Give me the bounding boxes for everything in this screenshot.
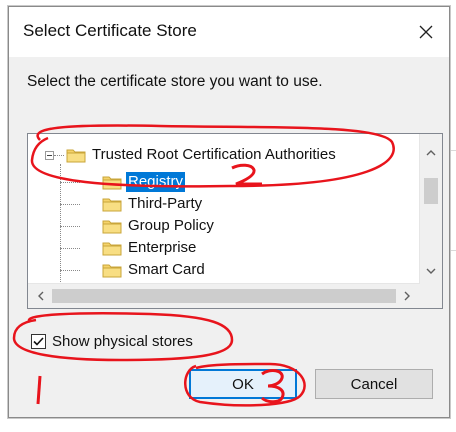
certificate-store-tree[interactable]: Trusted Root Certification Authorities R… <box>27 133 443 309</box>
show-physical-stores-checkbox[interactable] <box>31 334 46 349</box>
close-icon <box>419 25 433 39</box>
folder-icon <box>102 264 122 278</box>
tree-items: Trusted Root Certification Authorities R… <box>28 134 420 284</box>
vertical-scrollbar[interactable] <box>419 134 442 284</box>
folder-icon <box>102 220 122 234</box>
tree-node-smart-card[interactable]: Smart Card <box>102 259 207 281</box>
show-physical-stores-label: Show physical stores <box>52 333 193 350</box>
tree-node-label: Registry <box>124 171 187 193</box>
tree-connector <box>60 248 80 249</box>
scrollbar-corner <box>420 284 442 308</box>
tree-node-label: Smart Card <box>128 261 205 278</box>
tree-connector <box>60 270 80 271</box>
tree-node-label: Group Policy <box>128 217 214 234</box>
title-bar: Select Certificate Store <box>9 7 449 57</box>
cancel-button[interactable]: Cancel <box>315 369 433 399</box>
tree-connector <box>60 182 80 183</box>
tree-node-enterprise[interactable]: Enterprise <box>102 237 198 259</box>
tree-node-label: Enterprise <box>128 239 197 256</box>
tree-node-registry[interactable]: Registry <box>102 171 187 193</box>
select-certificate-store-dialog: Select Certificate Store Select the cert… <box>8 6 450 418</box>
folder-icon <box>102 176 122 190</box>
tree-connector <box>60 226 80 227</box>
tree-node-trusted-root[interactable]: Trusted Root Certification Authorities <box>66 144 338 166</box>
folder-icon <box>102 242 122 256</box>
close-button[interactable] <box>403 7 449 57</box>
tree-node-label: Trusted Root Certification Authorities <box>92 146 336 163</box>
tree-connector <box>60 204 80 205</box>
tree-connector <box>54 155 64 156</box>
show-physical-stores-option[interactable]: Show physical stores <box>31 333 193 350</box>
checkmark-icon <box>33 337 44 346</box>
tree-node-third-party[interactable]: Third-Party <box>102 193 204 215</box>
scroll-left-arrow-icon[interactable] <box>34 284 48 308</box>
horizontal-scroll-thumb[interactable] <box>52 289 396 303</box>
tree-node-label: Third-Party <box>128 195 203 212</box>
folder-icon <box>66 149 86 163</box>
tree-node-group-policy[interactable]: Group Policy <box>102 215 216 237</box>
instruction-text: Select the certificate store you want to… <box>27 73 323 90</box>
dialog-title: Select Certificate Store <box>23 21 197 40</box>
horizontal-scrollbar[interactable] <box>28 283 420 308</box>
folder-icon <box>102 198 122 212</box>
vertical-scroll-thumb[interactable] <box>424 178 438 204</box>
collapse-expander-icon[interactable] <box>45 151 54 160</box>
scroll-up-arrow-icon[interactable] <box>420 146 442 160</box>
scroll-down-arrow-icon[interactable] <box>420 264 442 278</box>
scroll-right-arrow-icon[interactable] <box>400 284 414 308</box>
ok-button[interactable]: OK <box>189 369 297 399</box>
